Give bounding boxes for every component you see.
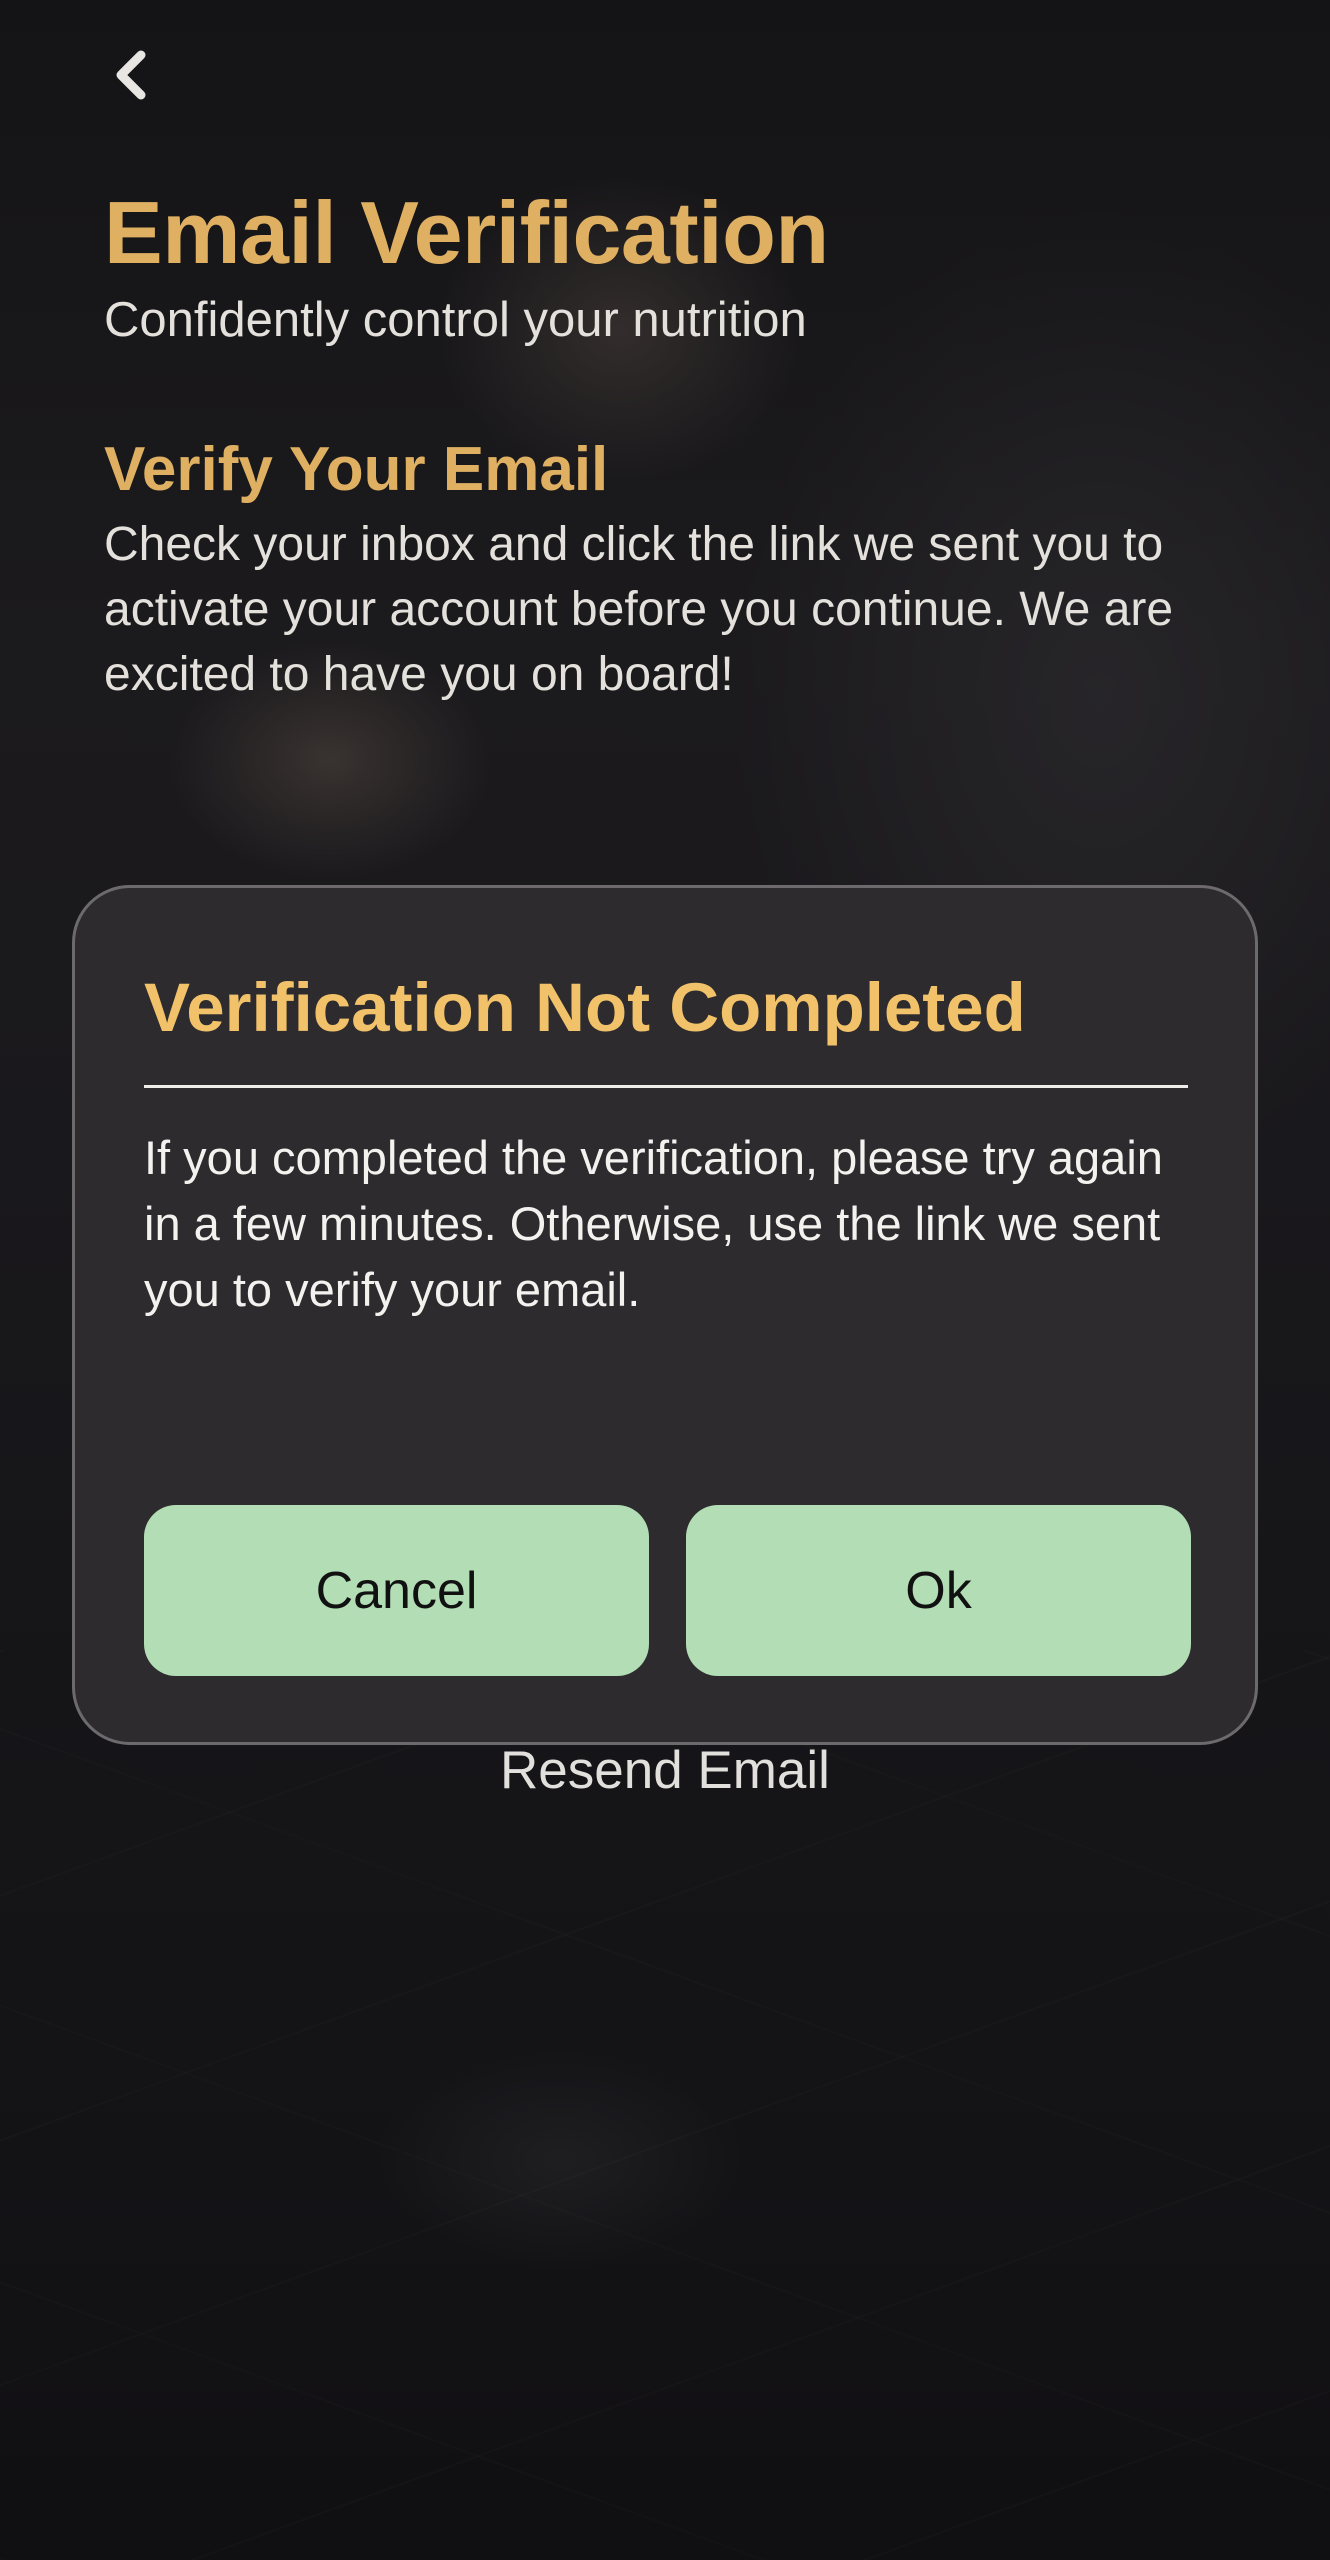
verify-email-heading: Verify Your Email [104, 435, 609, 504]
verify-email-instructions: Check your inbox and click the link we s… [104, 518, 1174, 701]
dialog-message: If you completed the verification, pleas… [144, 1131, 1163, 1316]
cancel-button[interactable]: Cancel [144, 1505, 649, 1676]
dialog-title: Verification Not Completed [144, 969, 1026, 1046]
email-verification-screen: Email Verification Confidently control y… [0, 0, 1330, 2560]
chevron-left-icon [116, 50, 146, 100]
page-subtitle: Confidently control your nutrition [104, 293, 807, 347]
ok-button[interactable]: Ok [686, 1505, 1191, 1676]
back-button[interactable] [96, 40, 166, 110]
page-title: Email Verification [104, 183, 829, 282]
verification-dialog: Verification Not Completed If you comple… [72, 885, 1258, 1745]
resend-email-link[interactable]: Resend Email [0, 1735, 1330, 1807]
dialog-divider [144, 1085, 1188, 1088]
